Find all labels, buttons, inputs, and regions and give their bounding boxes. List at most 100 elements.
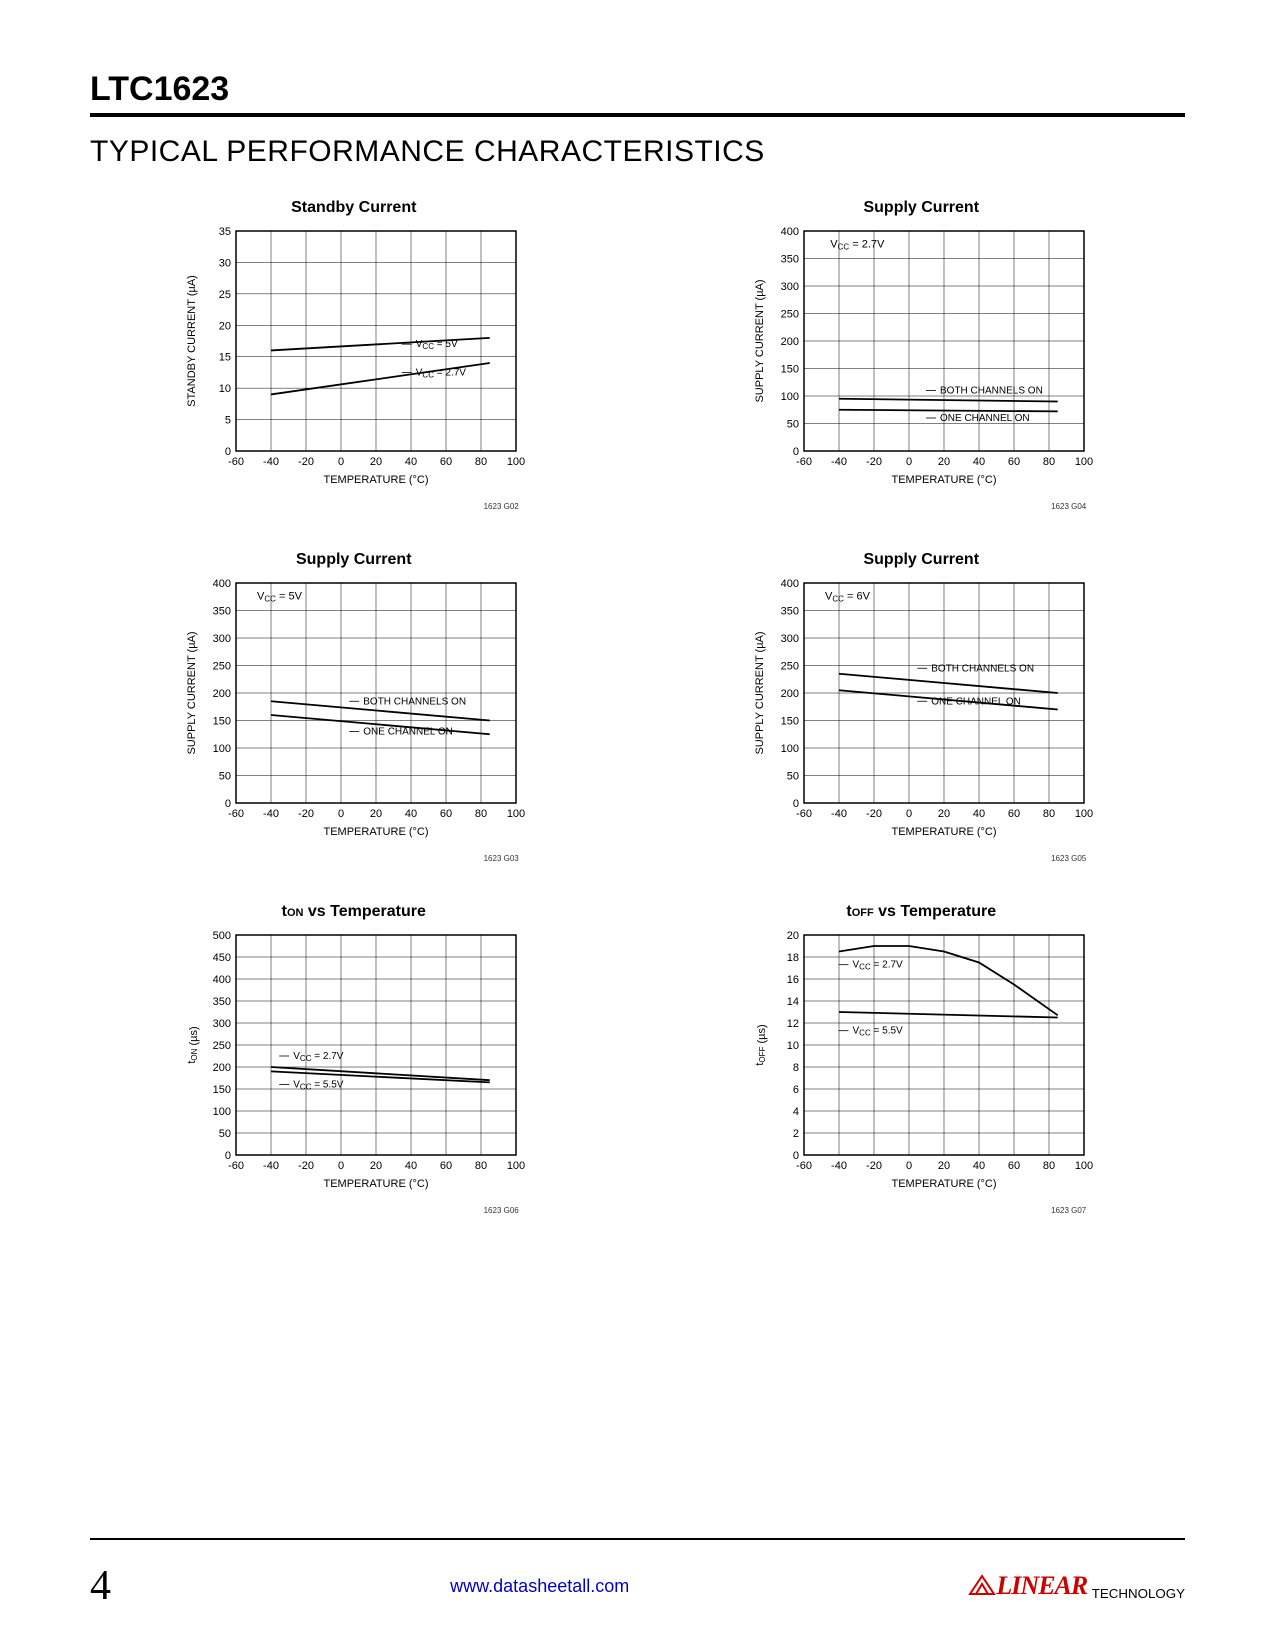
svg-text:40: 40 xyxy=(405,1160,417,1172)
chart-title: Supply Current xyxy=(863,199,979,217)
svg-text:TEMPERATURE (°C): TEMPERATURE (°C) xyxy=(891,1178,996,1190)
svg-text:40: 40 xyxy=(405,808,417,820)
svg-text:0: 0 xyxy=(225,446,231,458)
fig-code: 1623 G04 xyxy=(756,502,1086,511)
footer-url[interactable]: www.datasheetall.com xyxy=(111,1576,968,1597)
svg-text:60: 60 xyxy=(440,456,452,468)
svg-text:50: 50 xyxy=(219,1128,231,1140)
svg-text:40: 40 xyxy=(973,808,985,820)
svg-text:12: 12 xyxy=(787,1018,799,1030)
chart-cell-g04: Supply Current-60-40-2002040608010005010… xyxy=(698,199,1146,511)
svg-text:0: 0 xyxy=(793,446,799,458)
svg-text:-20: -20 xyxy=(866,808,882,820)
svg-text:0: 0 xyxy=(906,456,912,468)
svg-text:0: 0 xyxy=(338,808,344,820)
svg-text:200: 200 xyxy=(780,688,798,700)
svg-text:100: 100 xyxy=(1075,808,1093,820)
svg-text:300: 300 xyxy=(780,633,798,645)
chart-title: tOFF vs Temperature xyxy=(846,903,996,921)
svg-text:35: 35 xyxy=(219,226,231,238)
svg-text:VCC = 2.7V: VCC = 2.7V xyxy=(416,367,467,379)
svg-text:-20: -20 xyxy=(298,456,314,468)
svg-text:-40: -40 xyxy=(831,1160,847,1172)
svg-text:TEMPERATURE (°C): TEMPERATURE (°C) xyxy=(891,826,996,838)
svg-text:20: 20 xyxy=(370,808,382,820)
svg-text:400: 400 xyxy=(780,578,798,590)
svg-text:0: 0 xyxy=(906,1160,912,1172)
fig-code: 1623 G05 xyxy=(756,854,1086,863)
part-number: LTC1623 xyxy=(90,70,1185,109)
svg-text:STANDBY CURRENT (µA): STANDBY CURRENT (µA) xyxy=(186,275,198,407)
svg-text:80: 80 xyxy=(1043,808,1055,820)
svg-text:500: 500 xyxy=(213,930,231,942)
svg-text:100: 100 xyxy=(213,743,231,755)
svg-text:150: 150 xyxy=(213,716,231,728)
svg-text:SUPPLY CURRENT (µA): SUPPLY CURRENT (µA) xyxy=(754,631,766,754)
svg-text:80: 80 xyxy=(1043,456,1055,468)
svg-text:18: 18 xyxy=(787,952,799,964)
chart-title: tON vs Temperature xyxy=(282,903,426,921)
svg-text:-40: -40 xyxy=(831,456,847,468)
svg-text:-40: -40 xyxy=(263,1160,279,1172)
svg-text:40: 40 xyxy=(973,1160,985,1172)
svg-text:150: 150 xyxy=(780,716,798,728)
svg-text:0: 0 xyxy=(225,1150,231,1162)
chart-cell-g02: Standby Current-60-40-200204060801000510… xyxy=(130,199,578,511)
logo: LINEAR TECHNOLOGY xyxy=(968,1571,1185,1601)
svg-text:0: 0 xyxy=(793,798,799,810)
svg-text:400: 400 xyxy=(213,578,231,590)
svg-text:350: 350 xyxy=(213,606,231,618)
svg-text:5: 5 xyxy=(225,415,231,427)
svg-text:25: 25 xyxy=(219,289,231,301)
svg-text:60: 60 xyxy=(440,1160,452,1172)
svg-text:80: 80 xyxy=(475,1160,487,1172)
svg-text:VCC = 2.7V: VCC = 2.7V xyxy=(830,239,885,252)
chart-cell-g07: tOFF vs Temperature-60-40-20020406080100… xyxy=(698,903,1146,1215)
fig-code: 1623 G07 xyxy=(756,1206,1086,1215)
fig-code: 1623 G06 xyxy=(189,1206,519,1215)
svg-text:300: 300 xyxy=(213,1018,231,1030)
svg-text:4: 4 xyxy=(793,1106,799,1118)
svg-text:400: 400 xyxy=(213,974,231,986)
svg-text:100: 100 xyxy=(780,391,798,403)
svg-text:VCC = 5.5V: VCC = 5.5V xyxy=(852,1026,903,1038)
svg-text:20: 20 xyxy=(370,456,382,468)
chart-g04: -60-40-200204060801000501001502002503003… xyxy=(749,221,1094,496)
svg-text:-40: -40 xyxy=(263,808,279,820)
svg-text:100: 100 xyxy=(780,743,798,755)
svg-text:VCC = 2.7V: VCC = 2.7V xyxy=(294,1051,345,1063)
svg-text:350: 350 xyxy=(780,606,798,618)
svg-text:300: 300 xyxy=(213,633,231,645)
svg-text:350: 350 xyxy=(780,254,798,266)
svg-text:150: 150 xyxy=(213,1084,231,1096)
chart-title: Standby Current xyxy=(291,199,416,217)
svg-text:tOFF (µs): tOFF (µs) xyxy=(754,1024,768,1065)
svg-text:40: 40 xyxy=(405,456,417,468)
svg-text:-40: -40 xyxy=(831,808,847,820)
svg-text:BOTH CHANNELS ON: BOTH CHANNELS ON xyxy=(364,696,467,707)
svg-text:40: 40 xyxy=(973,456,985,468)
svg-text:15: 15 xyxy=(219,352,231,364)
svg-text:60: 60 xyxy=(1008,456,1020,468)
svg-text:10: 10 xyxy=(787,1040,799,1052)
svg-text:60: 60 xyxy=(1008,1160,1020,1172)
svg-text:20: 20 xyxy=(370,1160,382,1172)
svg-text:20: 20 xyxy=(938,808,950,820)
svg-text:10: 10 xyxy=(219,383,231,395)
chart-g07: -60-40-2002040608010002468101214161820VC… xyxy=(749,925,1094,1200)
chart-title: Supply Current xyxy=(296,551,412,569)
svg-text:-20: -20 xyxy=(866,456,882,468)
svg-text:30: 30 xyxy=(219,257,231,269)
svg-text:50: 50 xyxy=(787,771,799,783)
chart-grid: Standby Current-60-40-200204060801000510… xyxy=(90,199,1185,1215)
svg-text:100: 100 xyxy=(213,1106,231,1118)
svg-text:0: 0 xyxy=(906,808,912,820)
svg-text:-20: -20 xyxy=(298,808,314,820)
svg-text:-40: -40 xyxy=(263,456,279,468)
svg-text:20: 20 xyxy=(938,1160,950,1172)
svg-text:60: 60 xyxy=(440,808,452,820)
chart-g02: -60-40-2002040608010005101520253035VCC =… xyxy=(181,221,526,496)
svg-text:300: 300 xyxy=(780,281,798,293)
svg-text:80: 80 xyxy=(1043,1160,1055,1172)
svg-text:250: 250 xyxy=(780,661,798,673)
